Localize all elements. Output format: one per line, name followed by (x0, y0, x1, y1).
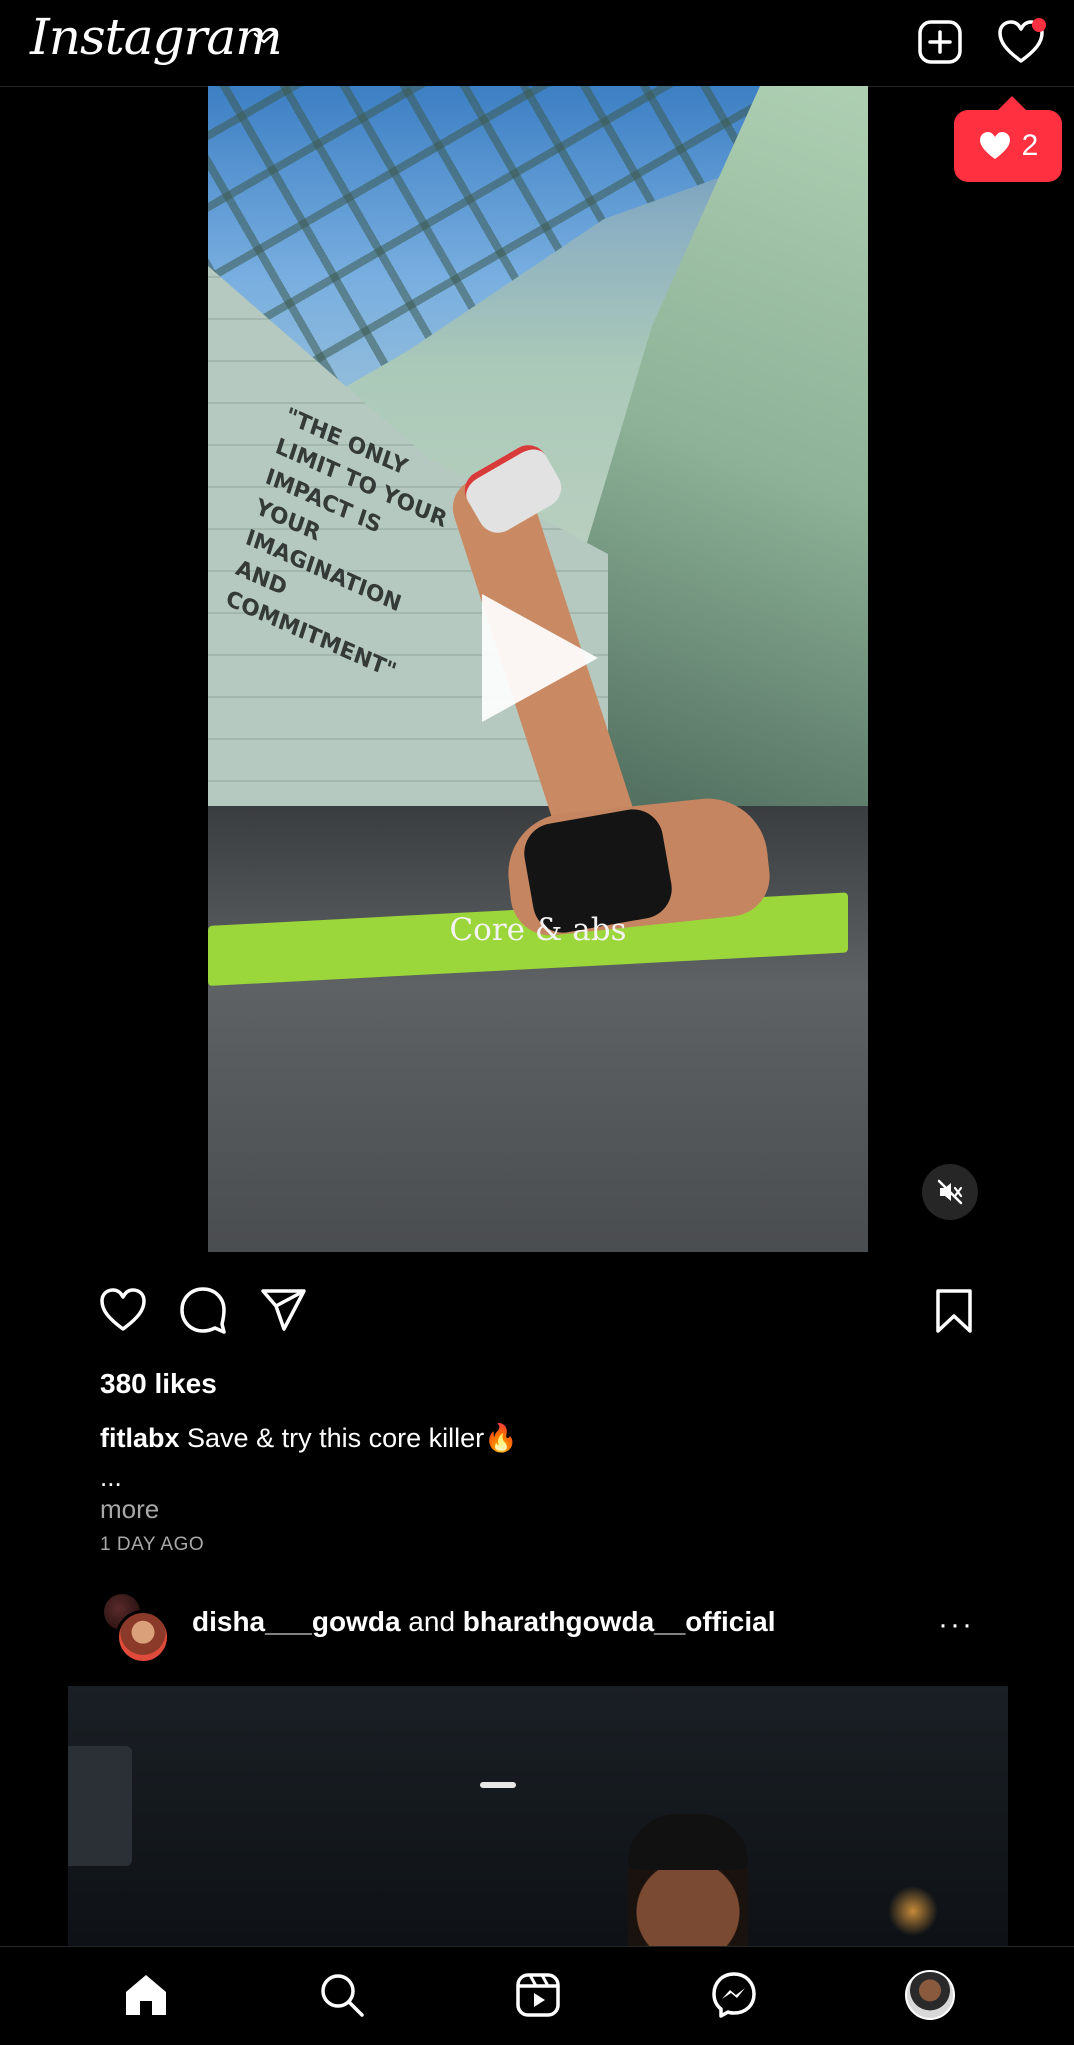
more-options-icon[interactable]: ··· (938, 1610, 974, 1640)
ceiling-light (480, 1782, 516, 1788)
video-caption: Core & abs (449, 912, 627, 948)
create-post-icon[interactable] (916, 18, 964, 66)
speaker-muted-icon (937, 1179, 963, 1205)
nav-search[interactable] (316, 1969, 368, 2021)
caption-username[interactable]: fitlabx (100, 1423, 180, 1453)
caption-ellipsis: ... (100, 1462, 122, 1492)
avatar[interactable] (116, 1610, 170, 1664)
instagram-logo[interactable]: Instagram (30, 8, 283, 66)
play-icon[interactable] (482, 594, 598, 722)
air-conditioner (68, 1746, 132, 1866)
activity-likes-bubble[interactable]: 2 (954, 96, 1062, 182)
notification-dot (1032, 18, 1046, 32)
likes-count[interactable]: 380 likes (100, 1368, 217, 1400)
comment-icon[interactable] (178, 1286, 228, 1334)
save-bookmark-icon[interactable] (934, 1288, 974, 1334)
nav-profile[interactable] (904, 1969, 956, 2021)
mute-button[interactable] (922, 1164, 978, 1220)
username-1[interactable]: disha___gowda (192, 1606, 401, 1637)
like-heart-icon[interactable] (98, 1286, 148, 1334)
post2-header: disha___gowda and bharathgowda__official… (0, 1586, 1074, 1664)
bottom-navigation (0, 1946, 1074, 2045)
fire-emoji: 🔥 (484, 1423, 518, 1453)
post-video[interactable]: "THE ONLY LIMIT TO YOUR IMPACT IS YOUR I… (208, 86, 868, 1252)
caption-text: Save & try this core killer (187, 1423, 485, 1453)
username-connector: and (408, 1606, 456, 1637)
chevron-down-icon[interactable] (252, 28, 276, 48)
person-hair (628, 1814, 748, 1870)
post-caption: fitlabx Save & try this core killer🔥 (100, 1422, 518, 1454)
search-icon (321, 1974, 364, 2017)
warm-light (888, 1886, 938, 1936)
post2-usernames: disha___gowda and bharathgowda__official (192, 1606, 776, 1638)
profile-avatar (905, 1970, 955, 2020)
nav-messenger[interactable] (708, 1969, 760, 2021)
username-2[interactable]: bharathgowda__official (463, 1606, 776, 1637)
post-timestamp: 1 DAY AGO (100, 1534, 205, 1555)
nav-home[interactable] (120, 1969, 172, 2021)
share-send-icon[interactable] (260, 1288, 308, 1332)
post2-image[interactable] (68, 1686, 1008, 1946)
caption-more-link[interactable]: more (100, 1494, 159, 1525)
reels-icon (516, 1973, 560, 2017)
top-header: Instagram (0, 0, 1074, 87)
home-icon (126, 1975, 166, 2015)
messenger-icon (712, 1972, 756, 2018)
heart-filled-icon (979, 132, 1010, 159)
nav-reels[interactable] (512, 1969, 564, 2021)
activity-count: 2 (1021, 129, 1039, 162)
